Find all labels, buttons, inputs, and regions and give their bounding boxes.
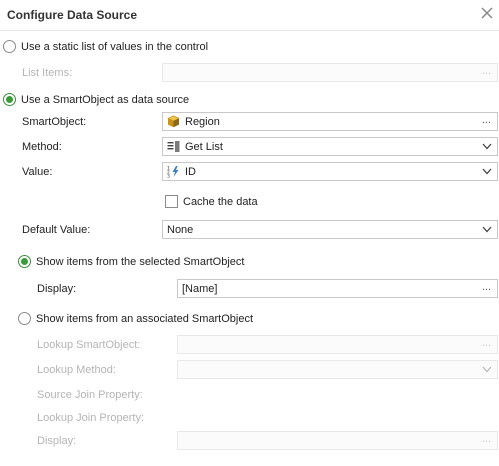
autonumber-property-icon: 1 2 3 xyxy=(167,166,179,179)
lookup-method-select xyxy=(177,360,498,379)
static-list-radio[interactable] xyxy=(3,40,16,53)
chevron-down-icon xyxy=(482,143,492,150)
dialog-title: Configure Data Source xyxy=(7,8,138,22)
list-items-field: ... xyxy=(162,63,498,82)
method-label: Method: xyxy=(22,141,62,153)
display-value: [Name] xyxy=(182,283,218,295)
lookup-method-label: Lookup Method: xyxy=(37,364,116,376)
associated-display-ellipsis-button: ... xyxy=(481,433,491,445)
close-icon[interactable] xyxy=(480,6,494,20)
default-value-select[interactable]: None xyxy=(162,220,498,239)
cache-checkbox[interactable] xyxy=(165,195,178,208)
cache-label: Cache the data xyxy=(183,196,258,208)
value-select[interactable]: 1 2 3 ID xyxy=(162,162,498,181)
lookup-smartobject-ellipsis-button: ... xyxy=(481,337,491,349)
default-value-label: Default Value: xyxy=(22,224,91,236)
display-label: Display: xyxy=(37,283,77,295)
list-items-label: List Items: xyxy=(22,67,73,79)
smartobject-value: Region xyxy=(185,116,220,128)
svg-text:3: 3 xyxy=(167,174,170,179)
lookup-join-property-label: Lookup Join Property: xyxy=(37,412,145,424)
source-join-property-label: Source Join Property: xyxy=(37,389,143,401)
smartobject-icon xyxy=(167,115,180,128)
value-value: ID xyxy=(185,166,196,178)
smartobject-label: SmartObject: xyxy=(22,116,87,128)
selected-smartobject-radio[interactable] xyxy=(18,255,31,268)
value-label: Value: xyxy=(22,166,53,178)
list-items-ellipsis-button: ... xyxy=(481,65,491,77)
selected-smartobject-label: Show items from the selected SmartObject xyxy=(36,256,245,268)
associated-display-label: Display: xyxy=(37,435,77,447)
header-divider xyxy=(0,30,499,31)
display-ellipsis-button[interactable]: ... xyxy=(482,281,491,293)
method-list-icon xyxy=(167,141,180,152)
lookup-smartobject-field: ... xyxy=(177,335,498,354)
smartobject-field[interactable]: Region ... xyxy=(162,112,498,131)
display-field[interactable]: [Name] ... xyxy=(177,279,498,298)
static-list-label: Use a static list of values in the contr… xyxy=(21,41,209,53)
lookup-smartobject-label: Lookup SmartObject: xyxy=(37,339,141,351)
associated-smartobject-label: Show items from an associated SmartObjec… xyxy=(36,313,254,325)
associated-smartobject-radio[interactable] xyxy=(18,312,31,325)
associated-display-field: ... xyxy=(177,431,498,450)
chevron-down-icon xyxy=(482,226,492,233)
chevron-down-icon xyxy=(482,366,492,373)
smartobject-source-radio[interactable] xyxy=(3,93,16,106)
smartobject-source-label: Use a SmartObject as data source xyxy=(21,94,190,106)
method-value: Get List xyxy=(185,141,223,153)
smartobject-ellipsis-button[interactable]: ... xyxy=(482,114,491,126)
method-select[interactable]: Get List xyxy=(162,137,498,156)
chevron-down-icon xyxy=(482,168,492,175)
default-value-value: None xyxy=(167,224,194,236)
